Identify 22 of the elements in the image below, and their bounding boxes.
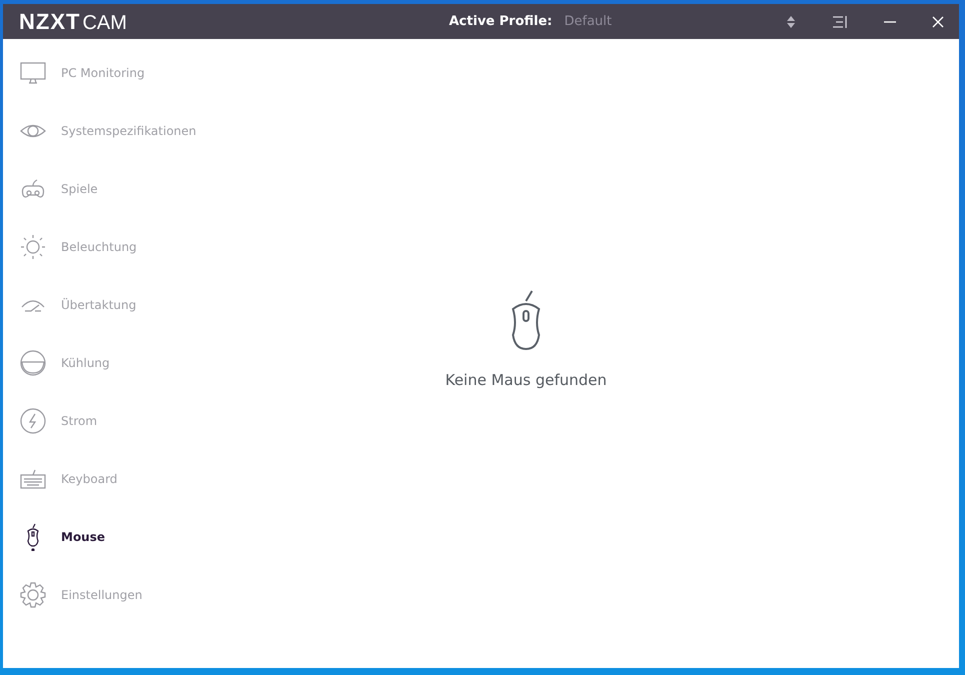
sidebar-item[interactable]: Keyboard: [3, 450, 243, 508]
sort-icon[interactable]: [785, 14, 797, 28]
logo-text: NZXT: [19, 8, 80, 34]
sidebar-item[interactable]: Strom: [3, 392, 243, 450]
sidebar-item[interactable]: Mouse: [3, 508, 243, 566]
sidebar-item[interactable]: Kühlung: [3, 334, 243, 392]
settings-icon: [19, 581, 47, 609]
sun-icon: [19, 233, 47, 261]
profile-value[interactable]: Default: [564, 14, 612, 29]
menu-icon[interactable]: [831, 14, 849, 28]
lightning-icon: [19, 407, 47, 435]
sidebar-item[interactable]: Systemspezifikationen: [3, 102, 243, 160]
close-icon[interactable]: [931, 14, 945, 28]
logo-text: CAM: [82, 12, 127, 34]
sidebar-item[interactable]: PC Monitoring: [3, 44, 243, 102]
sidebar-item[interactable]: Übertaktung: [3, 276, 243, 334]
circle-icon: [19, 349, 47, 377]
sidebar-item[interactable]: Einstellungen: [3, 566, 243, 624]
sidebar-item[interactable]: Spiele: [3, 160, 243, 218]
empty-message: Keine Maus gefunden: [445, 371, 607, 389]
profile-label: Active Profile:: [449, 14, 552, 29]
sidebar-item[interactable]: Beleuchtung: [3, 218, 243, 276]
